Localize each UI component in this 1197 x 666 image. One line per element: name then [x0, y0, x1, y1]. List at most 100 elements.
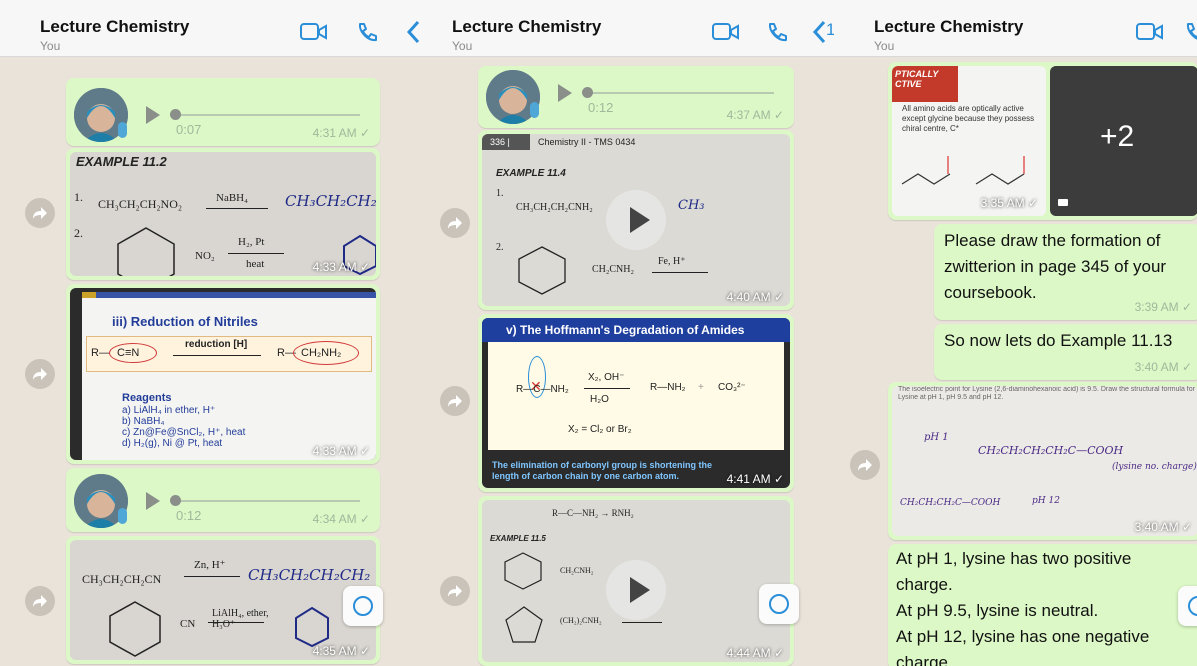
worksheet-photo[interactable]: EXAMPLE 11.2 1. CH₃CH₂CH₂NO₂ NaBH₄ CH₃CH… [70, 152, 376, 276]
worksheet-photo[interactable]: R—C—NH₂ → RNH₂ EXAMPLE 11.5 CH₂CNH₂ (CH₂… [482, 500, 790, 662]
play-icon[interactable] [558, 84, 572, 102]
reagent-item: d) H₂(g), Ni @ Pt, heat [122, 438, 223, 449]
reactant: CH₃CH₂CH₂NO₂ [98, 197, 183, 211]
scroll-down-button[interactable] [1178, 586, 1197, 626]
image-message[interactable]: EXAMPLE 11.2 1. CH₃CH₂CH₂NO₂ NaBH₄ CH₃CH… [66, 148, 380, 280]
play-icon[interactable] [146, 106, 160, 124]
chat-subtitle: You [40, 39, 61, 53]
chat-panel-1: Lecture Chemistry You 0:07 4:31 AM ✓ EXA… [0, 0, 420, 666]
reaction-arrow [208, 622, 264, 623]
image-message[interactable]: CH₃CH₂CH₂CN Zn, H⁺ CH₃CH₂CH₂CH₂ CN LiAlH… [66, 536, 380, 664]
audio-track[interactable] [176, 500, 360, 502]
forward-button[interactable] [25, 198, 55, 228]
worksheet-caption: The isoelectric point for Lysine (2,6-di… [898, 386, 1195, 401]
voice-call-icon[interactable] [1184, 22, 1197, 49]
album-more-photos[interactable]: +2 [1050, 66, 1197, 216]
worksheet-photo[interactable]: CH₃CH₂CH₂CN Zn, H⁺ CH₃CH₂CH₂CH₂ CN LiAlH… [70, 540, 376, 660]
chat-title[interactable]: Lecture Chemistry [452, 17, 601, 37]
voice-message[interactable]: 0:12 4:34 AM ✓ [66, 468, 380, 532]
image-album-message[interactable]: PTICALLY CTIVE All amino acids are optic… [888, 62, 1197, 220]
voice-call-icon[interactable] [766, 22, 788, 49]
chat-header: Lecture Chemistry You [0, 0, 420, 57]
video-message[interactable]: R—C—NH₂ → RNH₂ EXAMPLE 11.5 CH₂CNH₂ (CH₂… [478, 496, 794, 666]
video-call-icon[interactable] [712, 22, 740, 47]
reagent: H₂, Pt [238, 236, 265, 248]
label-1: 1. [74, 190, 83, 204]
message-time: 4:33 AM ✓ [312, 260, 370, 274]
reactant: R— [91, 347, 110, 359]
message-line: At pH 1, lysine has two positive [896, 549, 1132, 568]
forward-button[interactable] [440, 576, 470, 606]
audio-scrubber[interactable] [170, 495, 181, 506]
message-line: charge. [896, 575, 953, 594]
nitrile-group: C≡N [117, 347, 140, 359]
handwritten-product: CH₃ [678, 198, 705, 213]
video-call-icon[interactable] [1136, 22, 1164, 47]
text-message[interactable]: Please draw the formation of zwitterion … [934, 224, 1197, 320]
message-time: 3:40 AM ✓ [1134, 360, 1192, 374]
example-heading: EXAMPLE 11.2 [76, 154, 167, 169]
play-icon[interactable] [146, 492, 160, 510]
reagent-item: b) NaBH₄ [122, 416, 165, 427]
voice-call-icon[interactable] [356, 22, 378, 49]
image-message[interactable]: iii) Reduction of Nitriles R— C≡N reduct… [66, 284, 380, 464]
voice-message[interactable]: 0:07 4:31 AM ✓ [66, 78, 380, 146]
video-message[interactable]: 336 | Chemistry II - TMS 0434 EXAMPLE 11… [478, 130, 794, 310]
audio-track[interactable] [176, 114, 360, 116]
back-chevron-icon[interactable] [406, 20, 420, 49]
reagent: LiAlH₄, ether, H₃O⁺ [212, 608, 269, 630]
audio-scrubber[interactable] [582, 87, 593, 98]
forward-button[interactable] [440, 386, 470, 416]
side-chain: CH₂CNH₂ [560, 566, 594, 575]
cyclopentane-ring [505, 606, 543, 643]
chat-title[interactable]: Lecture Chemistry [874, 17, 1023, 37]
handwritten-note: pH 1 [924, 432, 949, 443]
audio-scrubber[interactable] [170, 109, 181, 120]
forward-button[interactable] [440, 208, 470, 238]
unread-count[interactable]: 1 [826, 20, 834, 40]
forward-button[interactable] [850, 450, 880, 480]
video-call-icon[interactable] [300, 22, 328, 47]
text-message[interactable]: At pH 1, lysine has two positive charge.… [888, 544, 1197, 666]
mic-icon [118, 508, 127, 524]
nitro-group: NO₂ [195, 250, 215, 262]
reaction-arrow [584, 388, 630, 389]
benzene-ring [109, 601, 161, 657]
chat-header: Lecture Chemistry You [834, 0, 1197, 57]
water: H₂O [590, 394, 609, 405]
handwritten-product: CH₃CH₂CH₂ [285, 192, 376, 210]
message-time: 4:35 AM ✓ [312, 644, 370, 658]
reaction-arrow [206, 208, 268, 209]
slide-photo[interactable]: v) The Hoffmann's Degradation of Amides … [482, 318, 790, 488]
video-play-button[interactable] [606, 560, 666, 620]
image-message[interactable]: The isoelectric point for Lysine (2,6-di… [888, 382, 1197, 540]
amide: R—C—NH₂ [516, 384, 569, 395]
slide-line: All amino acids are optically active [902, 104, 1024, 113]
image-message[interactable]: v) The Hoffmann's Degradation of Amides … [478, 314, 794, 492]
message-time: 4:34 AM ✓ [312, 512, 370, 526]
worksheet-photo[interactable]: 336 | Chemistry II - TMS 0434 EXAMPLE 11… [482, 134, 790, 306]
forward-button[interactable] [25, 359, 55, 389]
text-message[interactable]: So now lets do Example 11.13 3:40 AM ✓ [934, 324, 1197, 380]
reaction-box: R— C≡N reduction [H] R— CH₂NH₂ [86, 336, 372, 372]
voice-message[interactable]: 0:12 4:37 AM ✓ [478, 66, 794, 128]
album-photo[interactable]: PTICALLY CTIVE All amino acids are optic… [892, 66, 1046, 216]
forward-button[interactable] [25, 586, 55, 616]
plus-sign: + [698, 382, 704, 393]
reactant: CH₃CH₂CH₂CN [82, 572, 162, 586]
video-play-button[interactable] [606, 190, 666, 250]
worksheet-photo[interactable]: The isoelectric point for Lysine (2,6-di… [892, 386, 1197, 536]
slide-line: chiral centre, C* [902, 124, 959, 133]
example-heading: EXAMPLE 11.5 [490, 534, 546, 543]
back-chevron-icon[interactable] [812, 20, 826, 49]
label-2: 2. [74, 226, 83, 240]
scroll-down-button[interactable] [759, 584, 799, 624]
slide-photo[interactable]: iii) Reduction of Nitriles R— C≡N reduct… [70, 288, 376, 460]
slide-bar [82, 292, 376, 298]
message-time: 4:31 AM ✓ [312, 126, 370, 140]
scroll-down-button[interactable] [343, 586, 383, 626]
chat-panel-2: Lecture Chemistry You 1 0:12 4:37 AM ✓ 3… [420, 0, 834, 666]
chat-title[interactable]: Lecture Chemistry [40, 17, 189, 37]
example-heading: EXAMPLE 11.4 [496, 168, 566, 179]
audio-track[interactable] [588, 92, 774, 94]
